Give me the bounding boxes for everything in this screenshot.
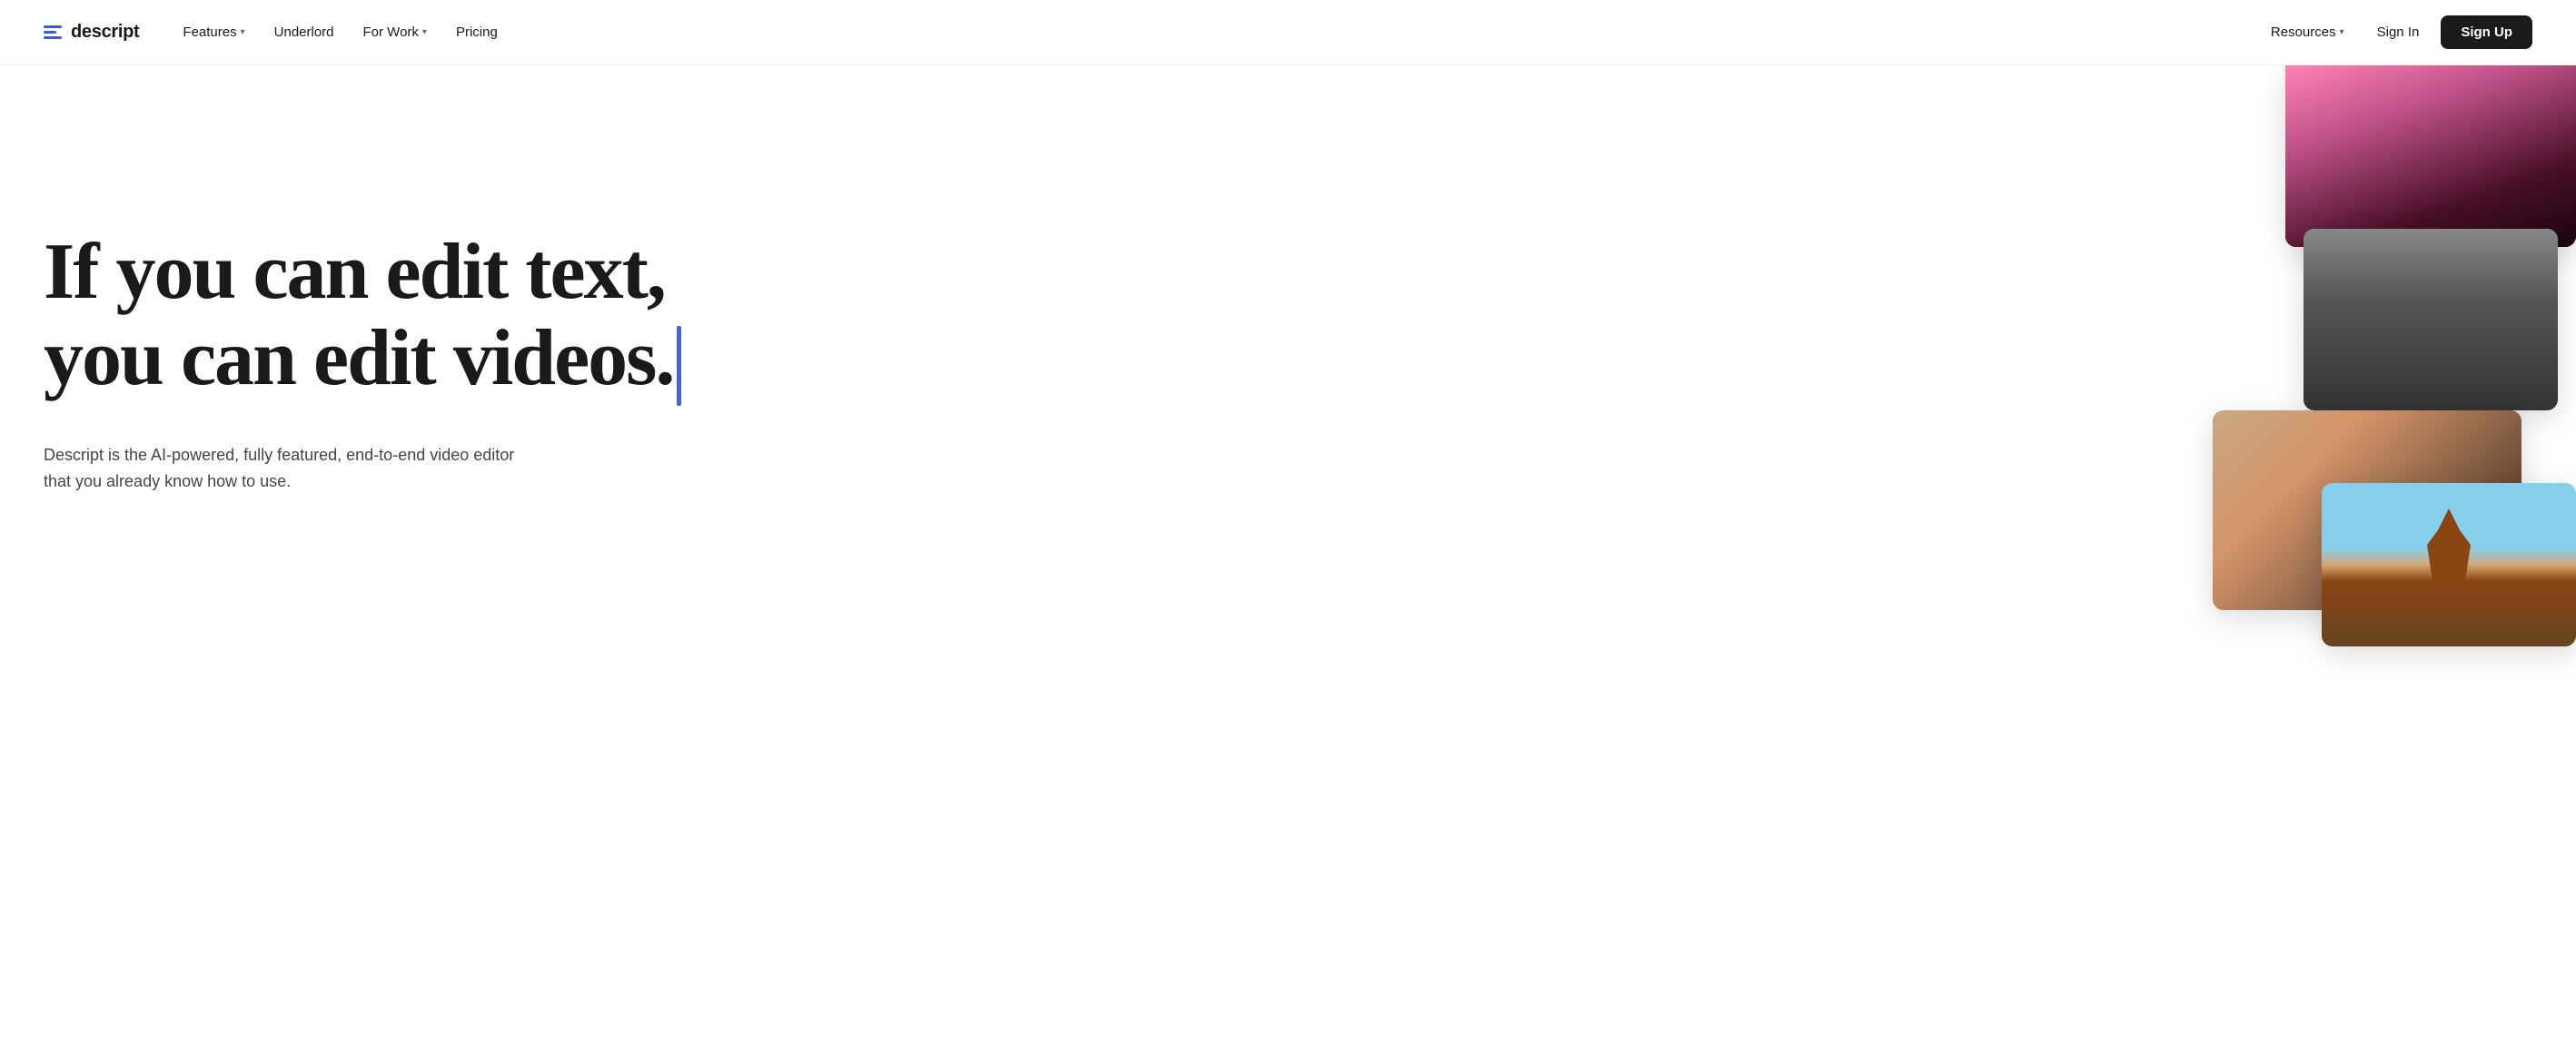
hero-card-1 — [2285, 65, 2576, 247]
hero-card-3: Like th... — [2213, 410, 2522, 610]
hero-card-1-inner — [2285, 65, 2576, 247]
hero-images: Like th... — [2195, 65, 2576, 1055]
descript-logo-icon — [44, 25, 62, 39]
hero-content: If you can edit text, you can edit video… — [44, 138, 916, 494]
hero-card-3-inner: Like th... — [2213, 410, 2522, 610]
person-silhouette-1 — [2285, 65, 2576, 247]
hero-card-2-inner — [2304, 229, 2558, 410]
logo[interactable]: descript — [44, 22, 139, 43]
nav-item-pricing[interactable]: Pricing — [445, 17, 509, 47]
hero-subtitle: Descript is the AI-powered, fully featur… — [44, 442, 516, 495]
navbar: descript Features ▾ Underlord For Work ▾… — [0, 0, 2576, 65]
hero-card-4-inner — [2322, 483, 2576, 646]
nav-item-resources[interactable]: Resources ▾ — [2260, 17, 2355, 47]
shirt-text: Like th... — [2448, 573, 2494, 583]
for-work-chevron-icon: ▾ — [422, 27, 427, 37]
hero-card-4 — [2322, 483, 2576, 646]
hero-card-3-person: Like th... — [2213, 410, 2522, 610]
sign-in-link[interactable]: Sign In — [2363, 17, 2434, 47]
hero-headline: If you can edit text, you can edit video… — [44, 229, 916, 406]
nav-links: Features ▾ Underlord For Work ▾ Pricing — [172, 17, 508, 47]
sign-up-button[interactable]: Sign Up — [2441, 15, 2532, 49]
nav-item-for-work[interactable]: For Work ▾ — [352, 17, 438, 47]
nav-item-underlord[interactable]: Underlord — [263, 17, 345, 47]
hero-card-2 — [2304, 229, 2558, 410]
text-cursor — [677, 326, 681, 406]
features-chevron-icon: ▾ — [241, 27, 245, 37]
nav-left: descript Features ▾ Underlord For Work ▾… — [44, 17, 509, 47]
landscape-butte — [2422, 508, 2476, 581]
hero-card-1-person — [2285, 65, 2576, 247]
resources-chevron-icon: ▾ — [2340, 27, 2344, 37]
nav-right: Resources ▾ Sign In Sign Up — [2260, 15, 2532, 49]
hero-section: If you can edit text, you can edit video… — [0, 65, 2576, 1055]
nav-item-features[interactable]: Features ▾ — [172, 17, 255, 47]
logo-text: descript — [71, 22, 139, 43]
